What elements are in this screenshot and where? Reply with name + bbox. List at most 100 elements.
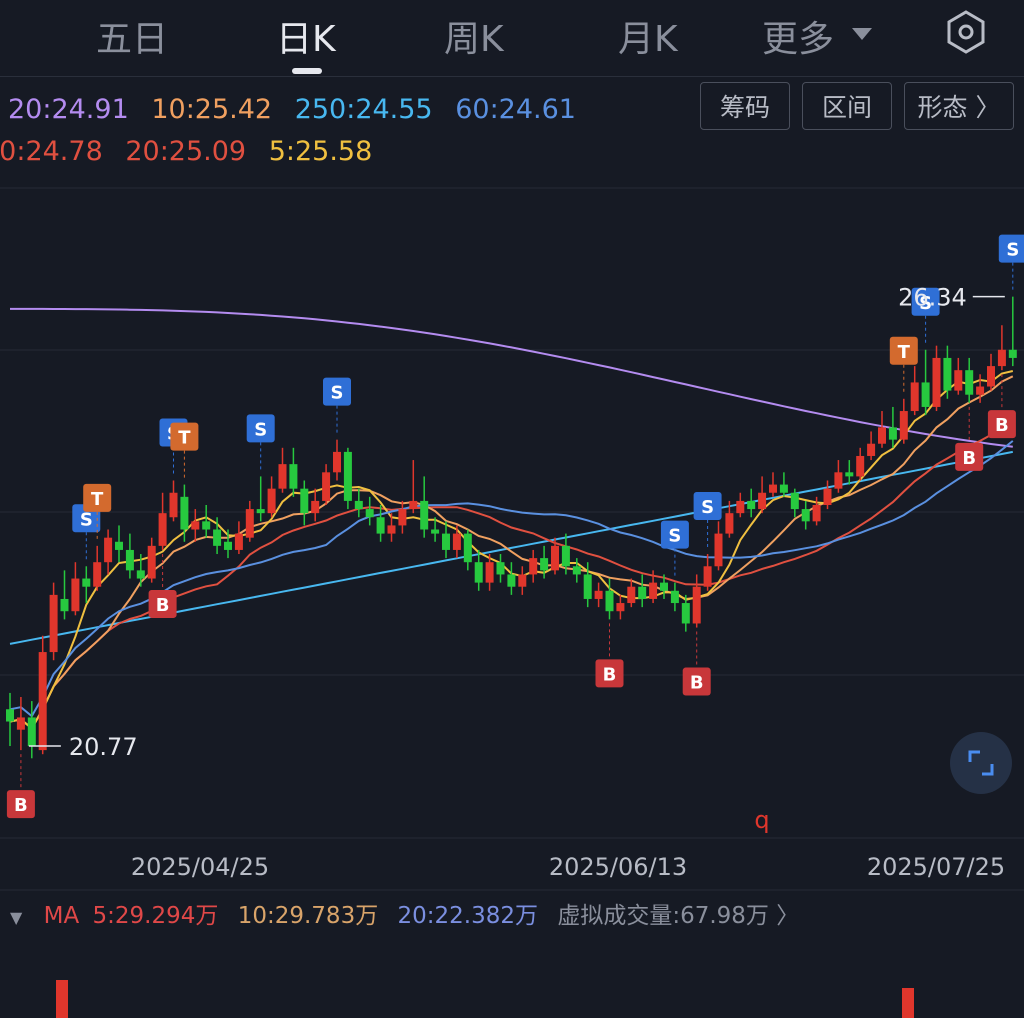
candle-body (518, 574, 527, 587)
signal-label: T (91, 489, 104, 510)
volume-bar (56, 980, 68, 1018)
settings-hexagon-icon[interactable] (944, 8, 988, 56)
signal-label: S (80, 509, 93, 530)
candle-body (725, 513, 734, 534)
candle-body (703, 566, 712, 587)
candle-body (169, 492, 178, 518)
signal-label: S (668, 526, 681, 547)
candle-body (300, 488, 309, 514)
candle-body (540, 558, 549, 571)
ma-20-purple: 20:24.91 (8, 94, 129, 125)
volume-ma-5: 5:29.294万 (92, 903, 219, 929)
candle-body (398, 509, 407, 526)
candle-body (845, 472, 854, 477)
candle-body (147, 545, 156, 579)
candle-body (812, 505, 821, 522)
candle-body (605, 590, 614, 612)
candle-body (431, 529, 440, 534)
signal-label: S (331, 383, 344, 404)
candle-body (583, 574, 592, 599)
grid (0, 187, 1024, 891)
ma-20-red: 20:25.09 (125, 136, 247, 167)
candle-body (27, 717, 36, 747)
tab-weekly-k[interactable]: 周K (444, 10, 504, 62)
candle-body (747, 500, 756, 510)
ma-legend-row-2: 30:24.78 20:25.09 5:25.58 (0, 136, 372, 167)
candle-body (529, 558, 538, 575)
candle-body (202, 521, 211, 530)
candle-body (932, 357, 941, 407)
candle-body (987, 366, 995, 387)
signal-label: S (254, 419, 267, 440)
candle-body (660, 582, 668, 591)
volume-ma-10: 10:29.783万 (237, 903, 379, 929)
candle-body (452, 533, 461, 550)
candle-body (343, 451, 352, 501)
candle-body (790, 492, 799, 510)
virtual-volume[interactable]: 虚拟成交量:67.98万 (557, 903, 769, 929)
candle-body (93, 562, 102, 587)
candle-body (49, 594, 58, 653)
x-label-july: 2025/07/25 (867, 853, 1005, 881)
candle-body (670, 590, 679, 604)
chart-labels: 20.77 26.34 q 2025/04/25 2025/06/13 2025/07/2… (28, 284, 1005, 881)
candle-body (71, 578, 80, 612)
tab-more[interactable]: 更多 (762, 10, 834, 62)
candle-body (60, 598, 69, 612)
chevron-down-icon (852, 28, 872, 40)
candle-body (867, 443, 876, 456)
tab-monthly-k[interactable]: 月K (618, 10, 678, 62)
tab-five-day[interactable]: 五日 (96, 10, 168, 62)
signal-label: B (962, 448, 976, 469)
fullscreen-icon[interactable] (950, 732, 1012, 794)
candle-body (551, 545, 559, 571)
candle-body (6, 709, 14, 722)
candle-body (387, 525, 396, 534)
candle-body (878, 427, 886, 444)
candle-body (234, 533, 243, 550)
candle-body (769, 484, 777, 493)
candle-body (616, 603, 625, 612)
chevron-right-icon: 〉 (776, 903, 800, 929)
signal-label: B (603, 664, 617, 685)
candle-body (115, 541, 123, 550)
tab-daily-k[interactable]: 日K (276, 10, 336, 62)
candle-body (158, 513, 167, 546)
high-price-label: 26.34 (898, 284, 967, 312)
x-label-april: 2025/04/25 (131, 853, 269, 881)
candle-body (899, 411, 908, 440)
chips-button[interactable]: 筹码 (700, 82, 790, 130)
ma-30: 30:24.78 (0, 136, 103, 167)
volume-toggle-caret-icon[interactable]: ▼ (10, 908, 22, 927)
candle-body (474, 562, 483, 583)
candle-body (1008, 349, 1017, 358)
candle-body (136, 570, 145, 579)
candle-body (976, 386, 985, 395)
ma-60: 60:24.61 (455, 94, 576, 125)
low-price-label: 20.77 (69, 733, 138, 761)
candle-body (82, 578, 91, 587)
candle-body (921, 382, 930, 407)
candle-body (507, 574, 516, 587)
candle-body (224, 541, 232, 550)
candle-body (572, 566, 581, 575)
candle-body (213, 529, 222, 546)
candle-body (997, 349, 1006, 367)
candle-body (954, 370, 963, 391)
signal-label: B (995, 415, 1009, 436)
candle-body (638, 586, 647, 599)
candle-body (180, 496, 189, 530)
pattern-button[interactable]: 形态 〉 (904, 82, 1014, 130)
candlestick-chart[interactable]: BSTBSTSSBSBSTSBBS 20.7726.34q2025/04/252… (0, 170, 1024, 1018)
candle-body (736, 500, 745, 514)
candle-body (267, 488, 276, 514)
candle-body (692, 586, 701, 624)
candle-body (779, 484, 788, 493)
q-marker: q (754, 806, 769, 834)
volume-ma-20: 20:22.382万 (397, 903, 539, 929)
candle-body (801, 509, 810, 522)
candle-body (823, 488, 832, 505)
range-button[interactable]: 区间 (802, 82, 892, 130)
signal-label: T (178, 428, 191, 449)
x-label-june: 2025/06/13 (549, 853, 687, 881)
